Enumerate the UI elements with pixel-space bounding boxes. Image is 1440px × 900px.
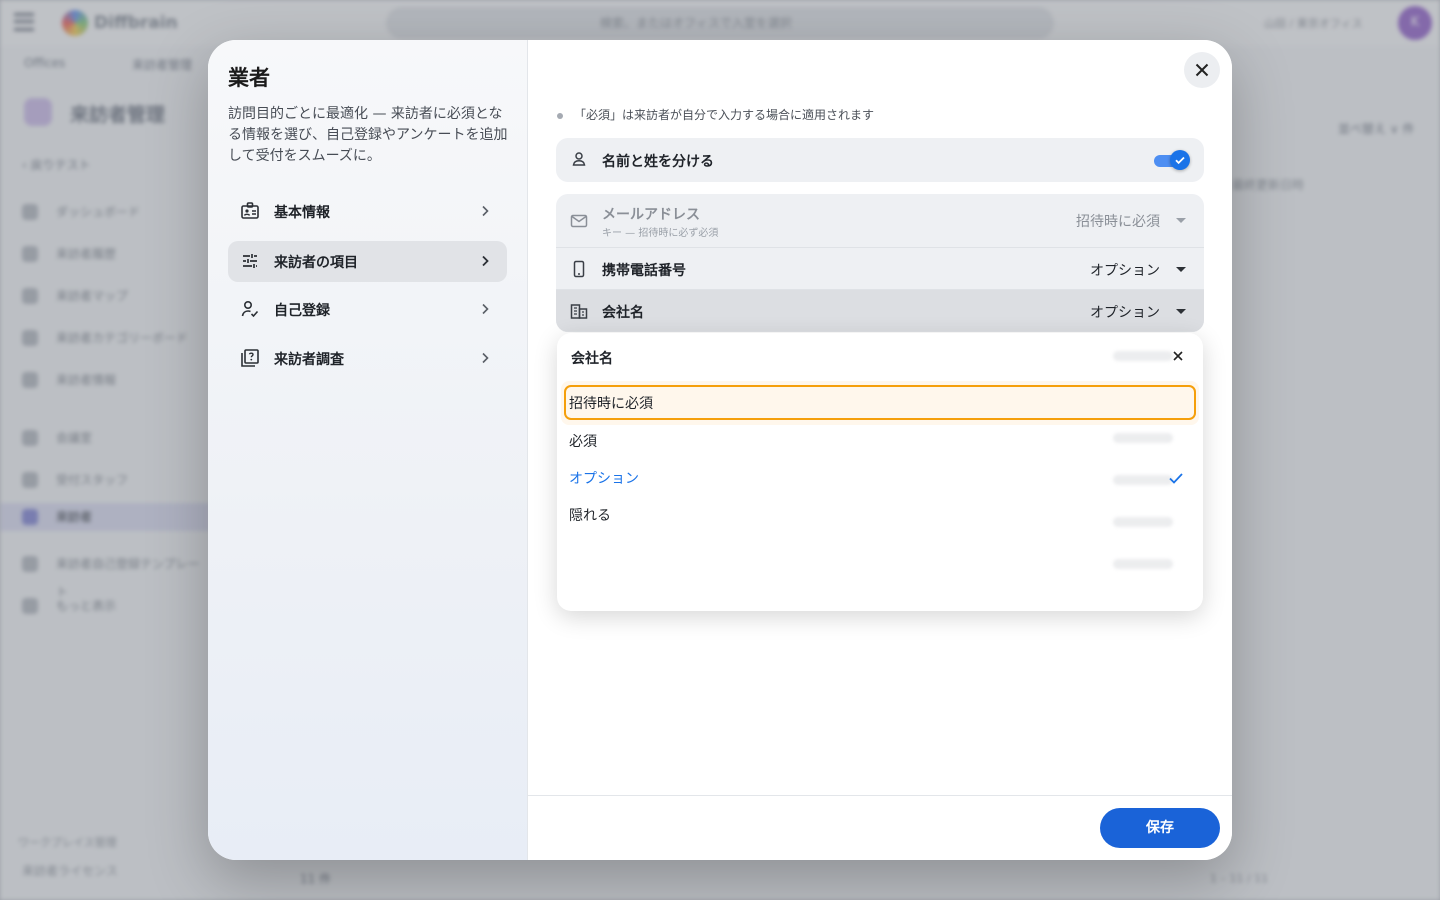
field-requirement-value[interactable]: オプション: [1090, 260, 1160, 280]
dropdown-title: 会社名: [571, 351, 613, 367]
caret-down-icon: [1176, 218, 1186, 223]
required-hint: 「必須」は来訪者が自分で入力する場合に適用されます: [574, 108, 875, 122]
visitor-field-list: メールアドレス キー — 招待時に必ず必須 招待時に必須 携帯電話番号 オプショ…: [556, 194, 1204, 332]
option-required-on-invite[interactable]: 招待時に必須: [561, 381, 1199, 425]
field-requirement-value[interactable]: オプション: [1090, 302, 1160, 322]
field-row-phone[interactable]: 携帯電話番号 オプション: [556, 248, 1204, 290]
sliders-icon: [243, 254, 257, 268]
field-requirement-value: 招待時に必須: [1076, 214, 1160, 230]
close-button[interactable]: [1184, 52, 1220, 88]
field-row-email: メールアドレス キー — 招待時に必ず必須 招待時に必須: [556, 194, 1204, 248]
split-name-toggle[interactable]: [1154, 150, 1190, 170]
field-label: 会社名: [602, 305, 644, 321]
caret-down-icon[interactable]: [1176, 309, 1186, 314]
split-name-label: 名前と姓を分ける: [602, 154, 714, 170]
check-icon: [1169, 473, 1183, 484]
modal-description: 訪問目的ごとに最適化 — 来訪者に必須となる情報を選び、自己登録やアンケートを追…: [228, 106, 508, 164]
split-name-row: 名前と姓を分ける: [556, 138, 1204, 182]
modal-sidebar: 業者 訪問目的ごとに最適化 — 来訪者に必須となる情報を選び、自己登録やアンケー…: [208, 40, 528, 860]
option-label: 隠れる: [569, 508, 611, 524]
person-icon: [572, 152, 586, 166]
nav-label: 自己登録: [274, 303, 330, 319]
option-label: オプション: [569, 471, 639, 487]
option-optional[interactable]: オプション: [557, 459, 1203, 495]
nav-item-self-registration[interactable]: 自己登録: [228, 289, 507, 330]
footer-divider: [528, 795, 1232, 796]
nav-label: 来訪者調査: [274, 352, 344, 368]
caret-down-icon[interactable]: [1176, 267, 1186, 272]
chevron-right-icon: [482, 255, 489, 267]
phone-icon: [573, 260, 585, 278]
field-label: メールアドレス: [602, 207, 700, 223]
modal-title: 業者: [228, 66, 270, 90]
nav-label: 来訪者の項目: [274, 255, 358, 271]
chevron-right-icon: [482, 205, 489, 217]
nav-label: 基本情報: [274, 205, 330, 221]
close-icon: [1195, 63, 1209, 77]
field-label: 携帯電話番号: [602, 263, 686, 279]
option-hidden[interactable]: 隠れる: [557, 496, 1203, 532]
building-icon: [570, 304, 588, 319]
option-label: 必須: [569, 434, 597, 450]
survey-icon: [241, 349, 259, 367]
requirement-dropdown: 会社名 招待時に必須 必須 オプション 隠れる: [557, 333, 1203, 611]
option-label: 招待時に必須: [569, 396, 653, 412]
option-required[interactable]: 必須: [557, 422, 1203, 458]
close-icon[interactable]: [1171, 349, 1185, 363]
nav-item-visitor-fields[interactable]: 来訪者の項目: [228, 241, 507, 282]
field-sublabel: キー — 招待時に必ず必須: [602, 228, 719, 239]
save-button[interactable]: 保存: [1100, 808, 1220, 848]
mail-icon: [570, 214, 588, 228]
chevron-right-icon: [482, 352, 489, 364]
check-icon: [1175, 156, 1185, 165]
person-check-icon: [241, 300, 259, 318]
nav-item-basic-info[interactable]: 基本情報: [228, 191, 507, 232]
toggle-knob: [1170, 150, 1190, 170]
bullet-icon: [557, 113, 563, 119]
id-card-icon: [241, 202, 259, 219]
chevron-right-icon: [482, 303, 489, 315]
field-row-company[interactable]: 会社名 オプション: [556, 290, 1204, 332]
nav-item-visitor-survey[interactable]: 来訪者調査: [228, 338, 507, 379]
